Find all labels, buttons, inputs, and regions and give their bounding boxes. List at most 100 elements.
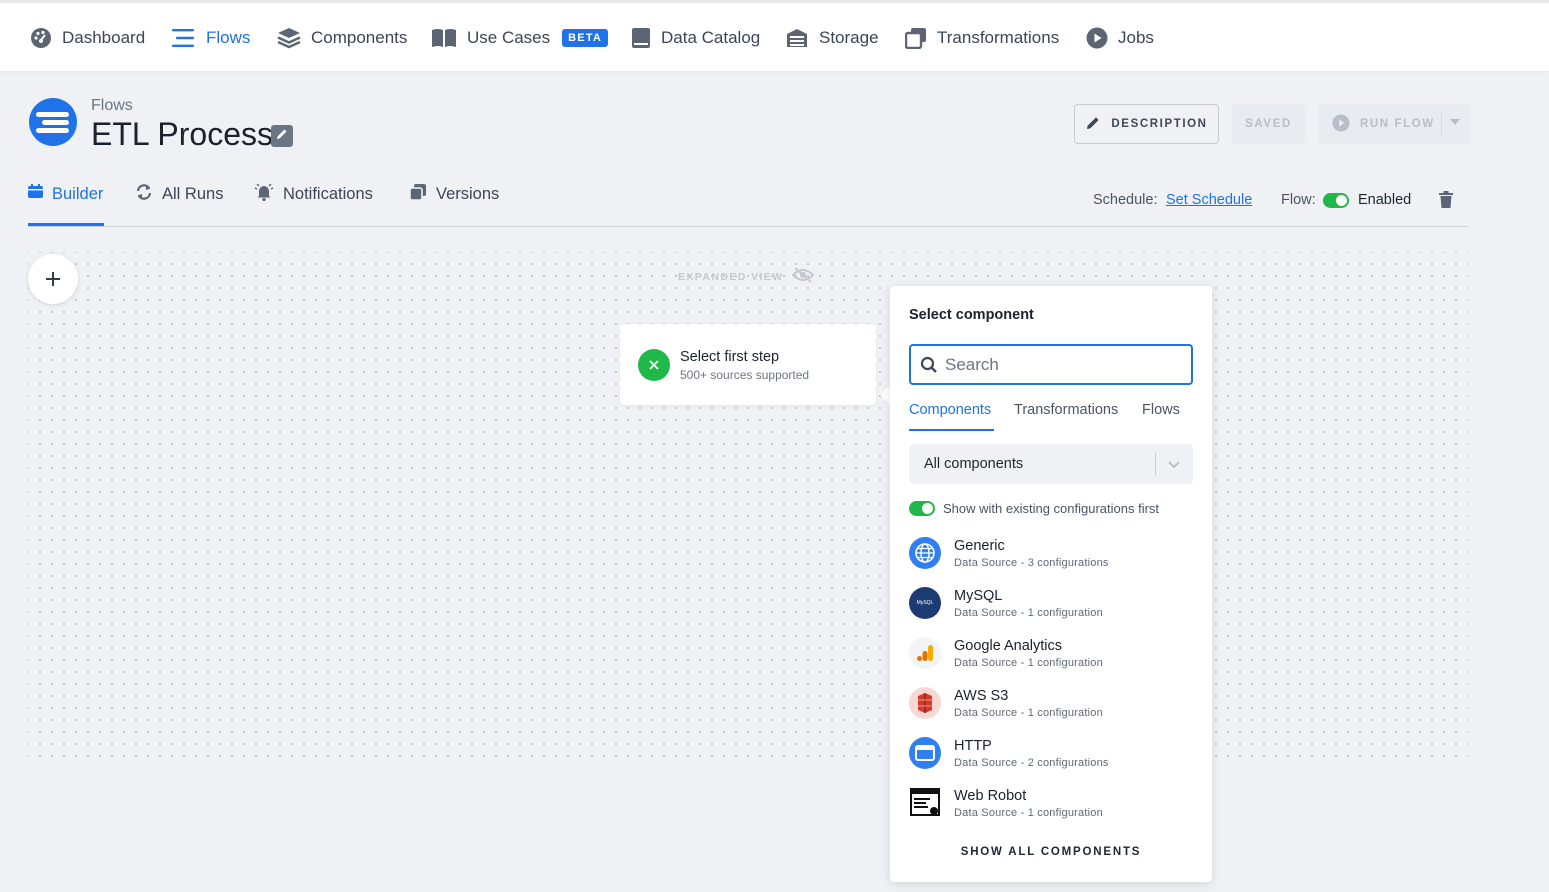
component-name: MySQL [954, 588, 1003, 604]
component-type-select[interactable]: All components [909, 444, 1193, 484]
saved-button[interactable]: SAVED [1232, 104, 1305, 144]
globe-icon [909, 537, 941, 569]
tab-label: Notifications [283, 184, 373, 203]
flow-enabled-toggle[interactable] [1323, 193, 1349, 208]
component-name: Web Robot [954, 788, 1027, 804]
flow-status: Enabled [1358, 192, 1412, 208]
component-item-google-analytics[interactable]: Google Analytics Data Source - 1 configu… [909, 635, 1193, 675]
existing-configurations-label: Show with existing configurations first [943, 501, 1160, 516]
tab-flows[interactable]: Flows [1142, 402, 1180, 418]
show-all-components-button[interactable]: SHOW ALL COMPONENTS [890, 846, 1212, 858]
component-description: Data Source - 1 configuration [954, 657, 1103, 669]
component-item-aws-s3[interactable]: AWS S3 Data Source - 1 configuration [909, 685, 1193, 725]
nav-item-use-cases[interactable]: Use Cases BETA [431, 23, 609, 53]
http-icon [909, 737, 941, 769]
chevron-down-icon [1167, 457, 1181, 476]
set-schedule-link[interactable]: Set Schedule [1166, 192, 1252, 208]
component-item-mysql[interactable]: MySQL MySQL Data Source - 1 configuratio… [909, 585, 1193, 625]
nav-label: Transformations [937, 28, 1060, 47]
component-item-generic[interactable]: Generic Data Source - 3 configurations [909, 535, 1193, 575]
tab-transformations[interactable]: Transformations [1014, 402, 1118, 418]
breadcrumb[interactable]: Flows [91, 97, 133, 115]
nav-item-flows[interactable]: Flows [172, 23, 250, 53]
transformations-icon [905, 27, 927, 49]
component-item-web-robot[interactable]: Web Robot Data Source - 1 configuration [909, 785, 1193, 825]
flows-icon [172, 28, 196, 48]
trash-icon[interactable] [1439, 191, 1455, 209]
nav-item-data-catalog[interactable]: Data Catalog [631, 23, 760, 53]
add-step-button[interactable] [28, 254, 78, 304]
bell-icon [254, 182, 274, 207]
pencil-icon [275, 127, 289, 146]
aws-s3-icon [909, 687, 941, 719]
component-name: HTTP [954, 738, 992, 754]
component-description: Data Source - 1 configuration [954, 807, 1103, 819]
data-catalog-icon [631, 27, 651, 49]
component-description: Data Source - 1 configuration [954, 607, 1103, 619]
tab-versions[interactable]: Versions [409, 183, 499, 205]
select-value: All components [924, 456, 1024, 472]
component-name: AWS S3 [954, 688, 1009, 704]
jobs-icon [1086, 27, 1108, 49]
popover-title: Select component [909, 307, 1034, 323]
tab-label: Versions [436, 184, 500, 203]
top-navigation: Dashboard Flows Components Use Cases BET… [0, 0, 1549, 71]
caret-down-icon[interactable] [1450, 119, 1460, 125]
tab-all-runs[interactable]: All Runs [135, 183, 223, 205]
expanded-view-label: EXPANDED VIEW [678, 270, 784, 283]
beta-badge: BETA [562, 29, 609, 47]
nav-item-storage[interactable]: Storage [785, 23, 879, 53]
flow-label: Flow: [1281, 192, 1316, 208]
plus-icon [46, 265, 60, 293]
component-name: Google Analytics [954, 638, 1063, 654]
nav-item-transformations[interactable]: Transformations [905, 23, 1059, 53]
run-flow-button[interactable]: RUN FLOW [1318, 104, 1470, 144]
description-button[interactable]: DESCRIPTION [1074, 104, 1219, 144]
component-name: Generic [954, 538, 1005, 554]
page-title: ETL Process [91, 116, 273, 152]
nav-label: Use Cases [467, 28, 551, 47]
edit-title-button[interactable] [271, 125, 293, 147]
web-robot-icon [909, 787, 941, 819]
search-field[interactable] [909, 344, 1193, 385]
step-subtitle: 500+ sources supported [680, 368, 810, 382]
select-component-popover: Select component Components Transformati… [890, 286, 1212, 882]
component-description: Data Source - 1 configuration [954, 707, 1103, 719]
component-item-http[interactable]: HTTP Data Source - 2 configurations [909, 735, 1193, 775]
nav-label: Data Catalog [661, 28, 761, 47]
components-icon [277, 26, 301, 50]
google-analytics-icon [909, 637, 941, 669]
nav-label: Dashboard [62, 28, 146, 47]
component-description: Data Source - 2 configurations [954, 757, 1109, 769]
nav-item-components[interactable]: Components [277, 23, 407, 53]
nav-item-jobs[interactable]: Jobs [1086, 23, 1154, 53]
refresh-icon [135, 183, 153, 206]
tab-label: Builder [52, 184, 104, 203]
button-divider [1441, 112, 1442, 136]
select-first-step-card[interactable]: Select first step 500+ sources supported [620, 324, 876, 405]
nav-item-dashboard[interactable]: Dashboard [30, 23, 145, 53]
book-icon [431, 28, 457, 48]
search-input[interactable] [945, 354, 1185, 376]
active-popover-tab-indicator [909, 429, 994, 431]
tab-components[interactable]: Components [909, 402, 991, 418]
storage-icon [785, 27, 809, 49]
tab-builder[interactable]: Builder [28, 183, 103, 205]
component-description: Data Source - 3 configurations [954, 557, 1109, 569]
select-divider [1155, 453, 1156, 475]
expanded-view-toggle[interactable]: EXPANDED VIEW [678, 267, 814, 286]
schedule-label: Schedule: [1093, 192, 1158, 208]
pencil-icon [1085, 115, 1101, 134]
tab-label: All Runs [162, 184, 224, 203]
mysql-icon: MySQL [909, 587, 941, 619]
eye-slash-icon [791, 267, 814, 286]
flow-logo-icon [28, 97, 78, 147]
nav-label: Storage [819, 28, 879, 47]
existing-configurations-toggle[interactable] [909, 501, 935, 516]
search-icon [920, 356, 938, 379]
tab-notifications[interactable]: Notifications [254, 183, 373, 205]
close-circle-icon [638, 349, 670, 381]
nav-label: Flows [206, 28, 251, 47]
versions-icon [409, 183, 427, 206]
nav-label: Jobs [1118, 28, 1154, 47]
